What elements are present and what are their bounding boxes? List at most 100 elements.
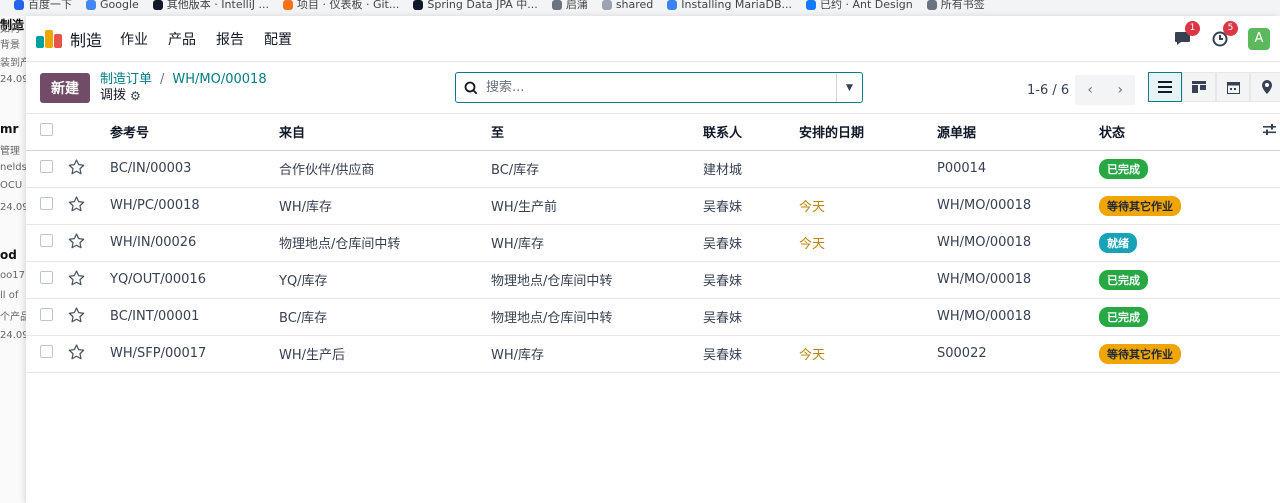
menu-reporting[interactable]: 报告 xyxy=(216,29,244,49)
search-input[interactable] xyxy=(486,80,836,95)
new-button[interactable]: 新建 xyxy=(40,72,90,103)
header-reference[interactable]: 参考号 xyxy=(110,114,279,151)
browser-bookmark[interactable]: 项目 · 仪表板 · Git... xyxy=(282,0,399,10)
cell-status: 就绪 xyxy=(1099,224,1256,262)
browser-bookmark[interactable]: 其他版本 · IntelliJ ... xyxy=(152,0,269,10)
pager: 1-6 / 6 ‹ › xyxy=(1027,75,1136,105)
bookmark-label: Spring Data JPA 中... xyxy=(427,0,538,11)
cell-contact: 吴春妹 xyxy=(703,335,799,373)
star-icon[interactable] xyxy=(68,232,85,249)
browser-bookmark[interactable]: 所有书签 xyxy=(926,0,985,10)
browser-bookmark[interactable]: Google xyxy=(86,0,139,10)
table-row[interactable]: BC/IN/00003 合作伙伴/供应商 BC/库存 建材城 P00014 已完成 xyxy=(26,150,1280,188)
star-icon[interactable] xyxy=(68,343,85,360)
breadcrumb-record[interactable]: WH/MO/00018 xyxy=(172,72,266,88)
row-checkbox[interactable] xyxy=(40,308,53,321)
pager-previous-button[interactable]: ‹ xyxy=(1075,75,1106,105)
favorite-cell xyxy=(68,335,110,373)
table-row[interactable]: WH/IN/00026 物理地点/仓库间中转 WH/库存 吴春妹 今天 WH/MO/000… xyxy=(26,224,1280,262)
menu-configuration[interactable]: 配置 xyxy=(264,29,292,49)
cell-reference: BC/IN/00003 xyxy=(110,150,279,188)
bookmark-favicon-icon xyxy=(14,0,24,10)
search-options-toggle[interactable]: ▼ xyxy=(836,73,862,102)
cell-contact: 吴春妹 xyxy=(703,224,799,262)
cell-from: 合作伙伴/供应商 xyxy=(279,150,491,188)
select-all-cell xyxy=(26,114,68,151)
background-text-fragment: 管理 xyxy=(0,146,20,157)
cell-to: WH/库存 xyxy=(491,335,703,373)
table-row[interactable]: WH/SFP/00017 WH/生产后 WH/库存 吴春妹 今天 S00022 等待其它作业 xyxy=(26,335,1280,373)
browser-bookmark[interactable]: 已约 · Ant Design xyxy=(805,0,913,10)
table-row[interactable]: YQ/OUT/00016 YQ/库存 物理地点/仓库间中转 吴春妹 WH/MO/0001… xyxy=(26,261,1280,299)
menu-products[interactable]: 产品 xyxy=(168,29,196,49)
cell-contact: 吴春妹 xyxy=(703,187,799,225)
messages-button[interactable]: 1 xyxy=(1172,20,1200,49)
row-checkbox[interactable] xyxy=(40,197,53,210)
row-options-cell xyxy=(1256,298,1280,336)
activities-button[interactable]: 5 xyxy=(1210,20,1238,49)
header-source-document[interactable]: 源单据 xyxy=(937,114,1099,151)
pager-next-button[interactable]: › xyxy=(1105,75,1136,105)
row-checkbox[interactable] xyxy=(40,234,53,247)
transfers-table: 参考号 来自 至 联系人 安排的日期 源单据 状态 BC/IN/00003 合作伙… xyxy=(26,114,1280,373)
bookmark-label: Installing MariaDB... xyxy=(681,0,792,11)
cell-source-document: WH/MO/00018 xyxy=(937,187,1099,225)
user-avatar[interactable]: A xyxy=(1248,27,1270,50)
view-switcher xyxy=(1148,72,1280,102)
cell-source-document: S00022 xyxy=(937,335,1099,373)
row-checkbox[interactable] xyxy=(40,271,53,284)
bookmark-favicon-icon xyxy=(926,0,937,10)
star-icon[interactable] xyxy=(68,269,85,286)
optional-columns-toggle[interactable] xyxy=(1256,114,1280,151)
current-view-title: 调拨 xyxy=(100,87,127,103)
background-text-fragment: mr xyxy=(0,122,19,136)
pager-value[interactable]: 1-6 / 6 xyxy=(1027,83,1069,98)
header-to[interactable]: 至 xyxy=(491,114,703,151)
app-name[interactable]: 制造 xyxy=(70,27,102,51)
header-status[interactable]: 状态 xyxy=(1099,114,1256,151)
row-select-cell xyxy=(26,298,68,336)
status-badge: 已完成 xyxy=(1099,306,1148,327)
row-checkbox[interactable] xyxy=(40,160,53,173)
browser-bookmark[interactable]: 启蒲 xyxy=(551,0,588,10)
star-icon[interactable] xyxy=(68,158,85,175)
gear-icon[interactable]: ⚙ xyxy=(130,88,141,104)
background-text-fragment: 装到产 xyxy=(0,58,26,69)
row-select-cell xyxy=(26,335,68,373)
navbar-systray: 1 5 A xyxy=(1172,20,1270,50)
table-row[interactable]: BC/INT/00001 BC/库存 物理地点/仓库间中转 吴春妹 WH/MO/0001… xyxy=(26,298,1280,336)
row-checkbox[interactable] xyxy=(40,345,53,358)
cell-status: 已完成 xyxy=(1099,150,1256,188)
bookmark-favicon-icon xyxy=(551,0,562,10)
cell-status: 已完成 xyxy=(1099,261,1256,299)
browser-bookmark[interactable]: Spring Data JPA 中... xyxy=(413,0,538,11)
kanban-view-button[interactable] xyxy=(1182,72,1216,102)
breadcrumb-manufacturing-orders[interactable]: 制造订单 xyxy=(100,72,152,88)
cell-from: YQ/库存 xyxy=(279,261,491,299)
browser-bookmark[interactable]: Installing MariaDB... xyxy=(667,0,792,10)
menu-operations[interactable]: 作业 xyxy=(120,29,148,49)
star-icon[interactable] xyxy=(68,195,85,212)
list-view-button[interactable] xyxy=(1148,72,1182,102)
cell-scheduled-date: 今天 xyxy=(799,187,937,225)
top-navbar: 制造 作业 产品 报告 配置 1 5 A xyxy=(26,16,1280,62)
map-view-button[interactable] xyxy=(1250,72,1280,102)
bookmark-label: Google xyxy=(100,0,139,11)
background-text-fragment: OCU xyxy=(0,180,23,191)
app-logo[interactable]: 制造 xyxy=(36,27,102,51)
select-all-checkbox[interactable] xyxy=(40,123,53,137)
header-contact[interactable]: 联系人 xyxy=(703,114,799,151)
browser-bookmark[interactable]: 百度一下 xyxy=(14,0,72,10)
list-icon xyxy=(1158,81,1172,93)
star-icon[interactable] xyxy=(68,306,85,323)
row-options-cell xyxy=(1256,261,1280,299)
browser-bookmark[interactable]: shared xyxy=(601,0,653,10)
header-from[interactable]: 来自 xyxy=(279,114,491,151)
cell-scheduled-date: 今天 xyxy=(799,335,937,373)
cell-contact: 建材城 xyxy=(703,150,799,188)
cell-to: WH/生产前 xyxy=(491,187,703,225)
table-row[interactable]: WH/PC/00018 WH/库存 WH/生产前 吴春妹 今天 WH/MO/00018 等待… xyxy=(26,187,1280,225)
calendar-view-button[interactable] xyxy=(1216,72,1250,102)
header-scheduled-date[interactable]: 安排的日期 xyxy=(799,114,937,151)
favorite-cell xyxy=(68,150,110,188)
